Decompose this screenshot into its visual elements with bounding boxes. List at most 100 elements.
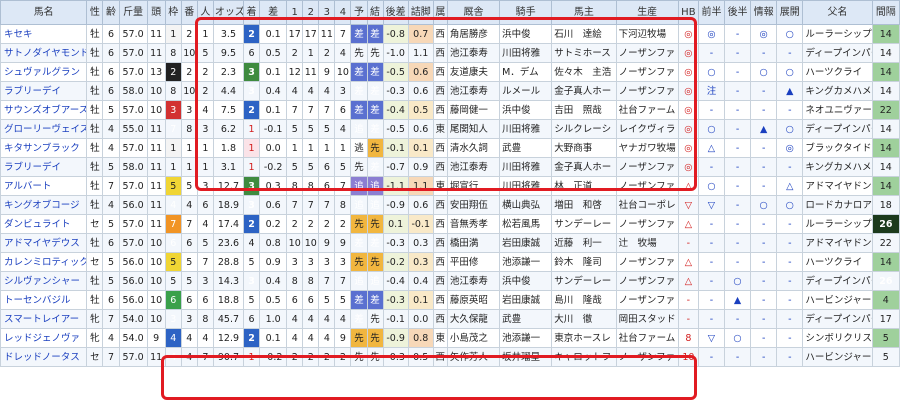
column-header[interactable]: 差 — [259, 0, 288, 25]
table-row[interactable]: アルバート牡 7 57.0 11 5 5 3 12.7 3 0.3 8 8 6 7 追追 -1.1 1.1 東堀宣… — [0, 176, 900, 196]
interval-cell: 14 — [871, 81, 900, 101]
corner-4-cell: 5 — [334, 290, 352, 310]
horse-name-cell[interactable]: トーセンバジル — [0, 290, 88, 310]
horse-name-cell[interactable]: ラブリーデイ — [0, 157, 88, 177]
table-row[interactable]: ラブリーデイ牡 5 58.0 11 1 1 1 3.1 1 -0.2 5 5 6 5 先差 -0.7 0.9 西池… — [0, 157, 900, 177]
column-header[interactable]: 番 — [180, 0, 198, 25]
column-header[interactable]: 人 — [196, 0, 214, 25]
horse-name-cell[interactable]: ラブリーデイ — [0, 81, 88, 101]
column-header[interactable]: 父名 — [802, 0, 873, 25]
second-half-cell: - — [724, 252, 752, 272]
column-header[interactable]: 後半 — [724, 0, 752, 25]
jockey-cell: 川田将雅 — [499, 119, 553, 139]
column-header[interactable]: 情報 — [750, 0, 778, 25]
column-header[interactable]: 間隔 — [871, 0, 900, 25]
horse-name-cell[interactable]: レッドジェノヴァ — [0, 328, 88, 348]
table-row[interactable]: シルヴァンシャー牡 5 56.0 10 5 5 3 14.3 3 0.4 8 8 7 7 追追 -0.4 0.4… — [0, 271, 900, 291]
table-row[interactable]: ラブリーデイ牡 6 58.0 10 8 10 2 4.4 3 0.4 4 4 4 3 差差 -0.3 0.6 西池… — [0, 81, 900, 101]
odds-cell: 14.3 — [212, 271, 245, 291]
table-row[interactable]: グローリーヴェイズ牡 4 55.0 11 7 8 3 6.2 1 -0.1 5 5 5 4 追差 -0.5 0.… — [0, 119, 900, 139]
horse-name-cell[interactable]: サウンズオブアース — [0, 100, 88, 120]
sex-cell: 牝 — [86, 309, 104, 329]
weight-cell: 57.0 — [118, 138, 148, 158]
column-header[interactable]: 枠 — [164, 0, 182, 25]
table-row[interactable]: レッドジェノヴァ牝 4 54.0 9 4 4 4 12.9 2 0.1 4 4 4 9 先先 -0.9 0.8 東… — [0, 328, 900, 348]
column-header[interactable]: 齢 — [102, 0, 120, 25]
column-header[interactable]: 4 — [334, 0, 352, 25]
horse-name-cell[interactable]: キセキ — [0, 24, 88, 44]
weight-cell: 58.0 — [118, 81, 148, 101]
horse-name-cell[interactable]: アルバート — [0, 176, 88, 196]
horse-name-cell[interactable]: スマートレイアー — [0, 309, 88, 329]
age-cell: 4 — [102, 195, 120, 215]
corner-2-cell: 10 — [302, 233, 320, 253]
horse-name-cell[interactable]: サトノダイヤモンド — [0, 43, 88, 63]
hb-cell: ◎ — [677, 100, 699, 120]
horse-name-cell[interactable]: アドマイヤデウス — [0, 233, 88, 253]
table-row[interactable]: サウンズオブアース牡 5 57.0 10 3 3 4 7.5 2 0.1 7 7 7 6 差差 -0.4 0.5… — [0, 100, 900, 120]
age-cell: 5 — [102, 214, 120, 234]
last-3f-diff-cell: -1.1 — [382, 176, 409, 196]
column-header[interactable]: 3 — [318, 0, 336, 25]
table-row[interactable]: サトノダイヤモンド牡 6 57.0 11 8 10 5 9.5 6 0.5 2 1 2 4 先先 -1.0 1.… — [0, 43, 900, 63]
corner-4-cell: 4 — [334, 119, 352, 139]
odds-cell: 4.4 — [212, 81, 245, 101]
column-header[interactable]: 斤量 — [118, 0, 148, 25]
table-row[interactable]: アドマイヤデウス牡 6 57.0 10 6 6 5 23.6 4 0.8 10 10 9 9 差差 -0.3 0… — [0, 233, 900, 253]
table-row[interactable]: シュヴァルグラン牡 6 57.0 13 2 2 2 2.3 3 0.1 12 11 9 10 差差 -0.5 0… — [0, 62, 900, 82]
column-header[interactable]: 生産 — [615, 0, 679, 25]
column-header[interactable]: 性 — [86, 0, 104, 25]
table-row[interactable]: スマートレイアー牝 7 54.0 10 3 3 8 45.7 6 1.0 4 4 4 4 差先 -0.1 0.0… — [0, 309, 900, 329]
horse-name-cell[interactable]: キングオブコージ — [0, 195, 88, 215]
column-header[interactable]: HB — [677, 0, 699, 25]
horse-name-cell[interactable]: グローリーヴェイズ — [0, 119, 88, 139]
second-half-cell: ▲ — [724, 290, 752, 310]
horse-name-cell[interactable]: キタサンブラック — [0, 138, 88, 158]
age-cell: 5 — [102, 252, 120, 272]
column-header[interactable]: オッズ — [212, 0, 245, 25]
column-header[interactable]: 騎手 — [499, 0, 553, 25]
trainer-cell: 矢作芳人 — [446, 347, 501, 367]
column-header[interactable]: 後差 — [382, 0, 409, 25]
corner-1-cell: 6 — [286, 290, 304, 310]
corner-1-cell: 12 — [286, 62, 304, 82]
table-row[interactable]: トーセンバジル牡 6 56.0 10 6 6 6 18.8 5 0.5 6 6 5 5 差差 -0.3 0.1 西… — [0, 290, 900, 310]
age-cell: 6 — [102, 62, 120, 82]
result-style-cell: 差 — [366, 157, 384, 177]
column-header[interactable]: 結 — [366, 0, 384, 25]
sire-cell: ハービンジャー — [802, 290, 873, 310]
column-header[interactable]: 属 — [432, 0, 448, 25]
table-row[interactable]: ダンビュライトセ 5 57.0 11 7 7 4 17.4 2 0.2 2 2 2 2 先先 0.1 -0.1 西… — [0, 214, 900, 234]
horse-number-cell: 10 — [180, 81, 198, 101]
popularity-cell: 2 — [196, 62, 214, 82]
trainer-cell: 藤岡健一 — [446, 100, 501, 120]
table-row[interactable]: キセキ牡 6 57.0 11 1 2 1 3.5 2 0.1 17 17 11 7 差差 -0.8 0.7 西角居… — [0, 24, 900, 44]
column-header[interactable]: 詰脚 — [407, 0, 434, 25]
table-row[interactable]: キングオブコージ牡 4 56.0 11 4 4 6 18.9 3 0.6 7 7 7 8 追追 -0.9 0.6… — [0, 195, 900, 215]
column-header[interactable]: 馬名 — [0, 0, 88, 25]
closing-cell: 0.4 — [407, 271, 434, 291]
horse-name-cell[interactable]: カレンミロティック — [0, 252, 88, 272]
predicted-style-cell: 追 — [350, 119, 368, 139]
odds-cell: 12.7 — [212, 176, 245, 196]
column-header[interactable]: 厩舎 — [446, 0, 501, 25]
table-row[interactable]: キタサンブラック牡 4 57.0 11 1 1 1 1.8 1 0.0 1 1 1 1 逃先 -0.1 0.1 西… — [0, 138, 900, 158]
column-header[interactable]: 1 — [286, 0, 304, 25]
popularity-cell: 4 — [196, 100, 214, 120]
corner-3-cell: 4 — [318, 81, 336, 101]
interval-cell: 18 — [871, 195, 900, 215]
table-row[interactable]: ドレッドノータスセ 7 57.0 11 4 4 7 90.7 1 -0.2 2 2 2 2 先先 -0.3 0.… — [0, 347, 900, 367]
horse-name-cell[interactable]: ダンビュライト — [0, 214, 88, 234]
horse-name-cell[interactable]: シルヴァンシャー — [0, 271, 88, 291]
second-half-cell: - — [724, 195, 752, 215]
column-header[interactable]: 頭 — [146, 0, 166, 25]
column-header[interactable]: 展開 — [776, 0, 804, 25]
horse-name-cell[interactable]: ドレッドノータス — [0, 347, 88, 367]
column-header[interactable]: 着 — [243, 0, 261, 25]
table-row[interactable]: カレンミロティックセ 5 56.0 10 5 5 7 28.8 5 0.9 3 3 3 3 先先 -0.2 0.… — [0, 252, 900, 272]
column-header[interactable]: 2 — [302, 0, 320, 25]
column-header[interactable]: 馬主 — [551, 0, 617, 25]
column-header[interactable]: 前半 — [697, 0, 726, 25]
column-header[interactable]: 予 — [350, 0, 368, 25]
horse-name-cell[interactable]: シュヴァルグラン — [0, 62, 88, 82]
